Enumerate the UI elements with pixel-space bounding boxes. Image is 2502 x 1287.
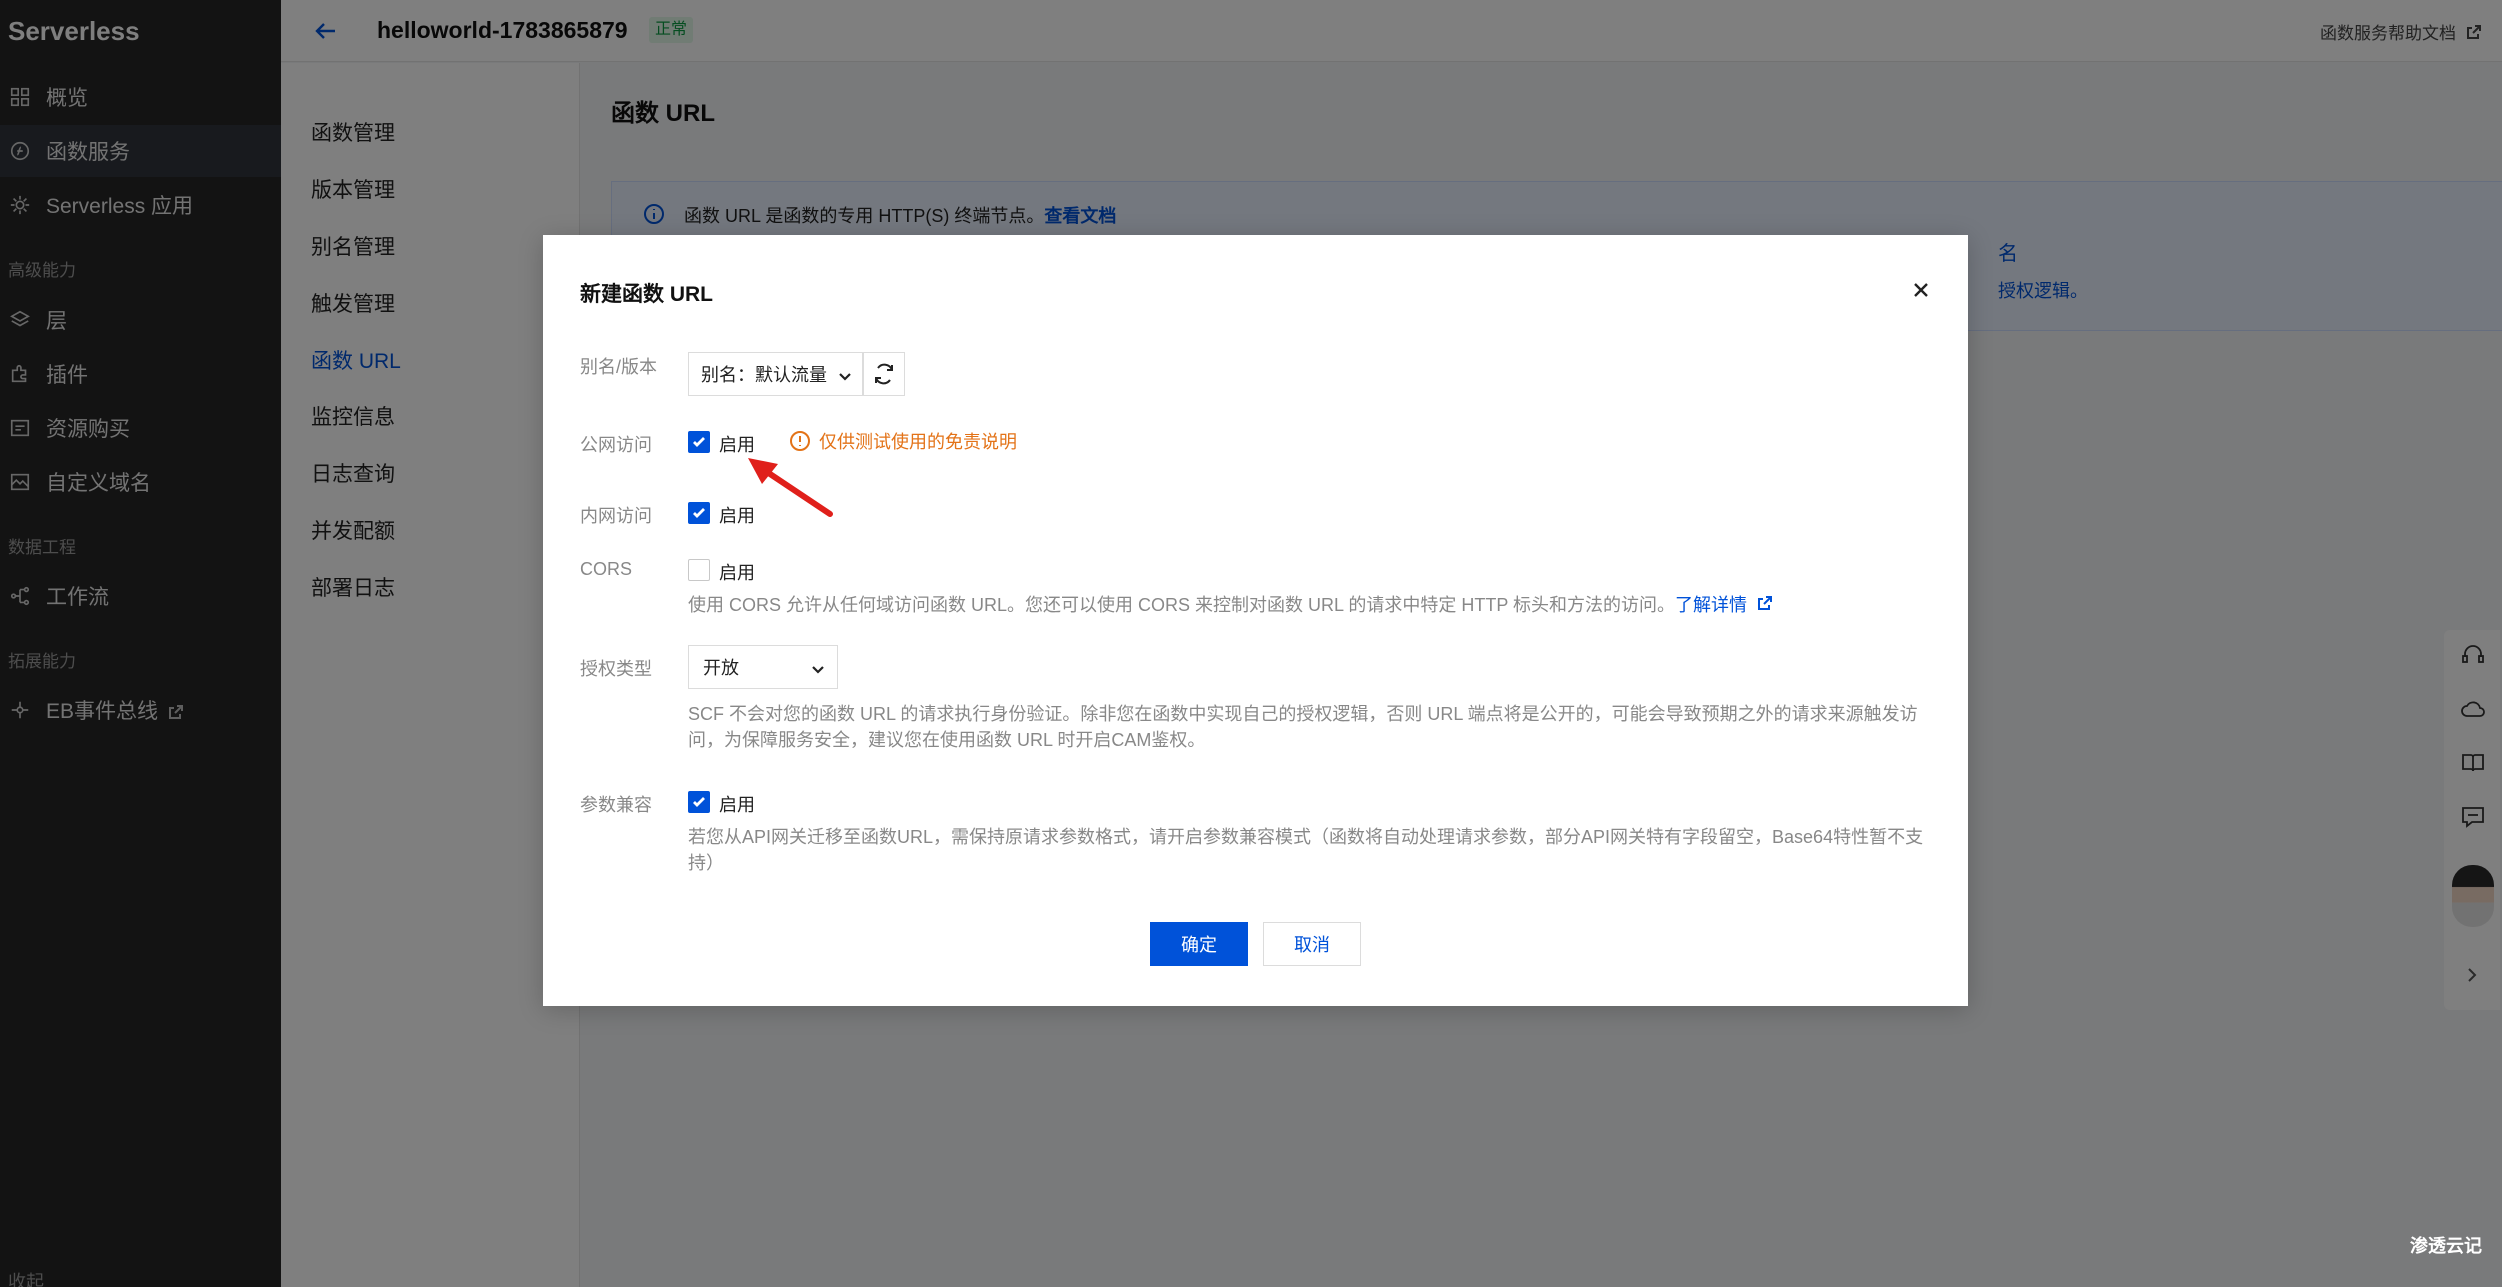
- cors-enable-label[interactable]: 启用: [719, 559, 755, 585]
- check-icon: [693, 508, 705, 518]
- cancel-button[interactable]: 取消: [1263, 922, 1361, 966]
- auth-type-description: SCF 不会对您的函数 URL 的请求执行身份验证。除非您在函数中实现自己的授权…: [688, 704, 1918, 750]
- param-compat-label: 参数兼容: [580, 795, 652, 815]
- check-icon: [693, 437, 705, 447]
- dialog-title: 新建函数 URL: [580, 283, 713, 306]
- disclaimer-text: 仅供测试使用的免责说明: [819, 432, 1017, 452]
- auth-type-label: 授权类型: [580, 659, 652, 679]
- private-access-checkbox[interactable]: [688, 502, 710, 524]
- param-compat-description: 若您从API网关迁移至函数URL，需保持原请求参数格式，请开启参数兼容模式（函数…: [688, 827, 1924, 873]
- auth-type-select[interactable]: 开放: [688, 645, 838, 689]
- private-access-label: 内网访问: [580, 506, 652, 526]
- param-compat-enable-label[interactable]: 启用: [719, 791, 755, 817]
- chevron-down-icon: [811, 660, 825, 674]
- cors-checkbox[interactable]: [688, 559, 710, 581]
- warning-icon: [790, 431, 810, 451]
- param-compat-checkbox[interactable]: [688, 791, 710, 813]
- alias-version-label: 别名/版本: [580, 357, 658, 377]
- public-access-label: 公网访问: [580, 435, 652, 455]
- check-icon: [693, 797, 705, 807]
- cors-label: CORS: [580, 559, 633, 579]
- confirm-button[interactable]: 确定: [1150, 922, 1248, 966]
- public-access-checkbox[interactable]: [688, 431, 710, 453]
- cors-description: 使用 CORS 允许从任何域访问函数 URL。您还可以使用 CORS 来控制对函…: [688, 592, 1933, 618]
- learn-more-link[interactable]: 了解详情: [1675, 595, 1747, 615]
- external-link-icon: [1757, 592, 1773, 610]
- close-icon[interactable]: [1911, 280, 1931, 300]
- chevron-down-icon: [838, 367, 852, 381]
- cors-description-text: 使用 CORS 允许从任何域访问函数 URL。您还可以使用 CORS 来控制对函…: [688, 595, 1676, 615]
- alias-version-value: 别名：默认流量: [701, 365, 827, 385]
- refresh-icon: [875, 363, 893, 385]
- create-function-url-dialog: 新建函数 URL 别名/版本 别名：默认流量 公网访问 启用 仅供测试使用的免责…: [543, 235, 1968, 1006]
- watermark: 渗透云记: [2410, 1236, 2482, 1256]
- annotation-arrow-icon: [748, 458, 833, 517]
- alias-version-select[interactable]: 别名：默认流量: [688, 352, 863, 396]
- auth-type-value: 开放: [703, 658, 739, 678]
- refresh-button[interactable]: [863, 352, 905, 396]
